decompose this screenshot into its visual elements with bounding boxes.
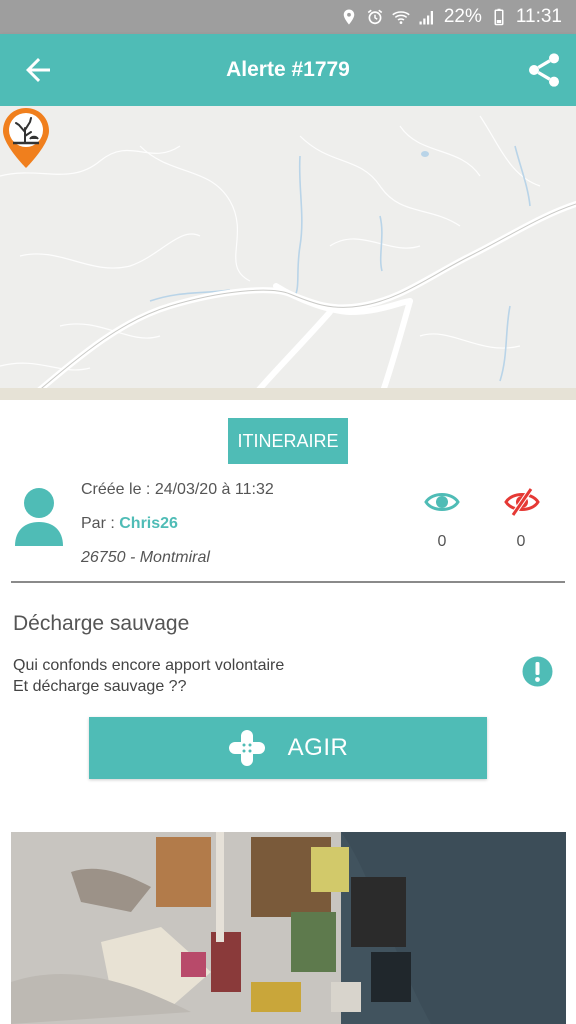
created-date: Créée le : 24/03/20 à 11:32 [81,481,274,498]
eye-off-icon[interactable] [503,486,541,518]
act-button[interactable]: AGIR [89,717,487,779]
eye-icon[interactable] [424,488,460,516]
signal-icon [419,11,433,25]
description-line: Et décharge sauvage ?? [13,678,187,695]
page-title: Alerte #1779 [226,58,350,81]
exclamation-icon[interactable] [522,656,553,687]
description-line: Qui confonds encore apport volontaire [13,657,285,674]
alert-category: Décharge sauvage [13,612,190,635]
seen-count: 0 [437,533,447,550]
alarm-icon [367,9,383,25]
alert-description: Qui confonds encore apport volontaire Et… [13,655,284,697]
app-bar: Alerte #1779 [0,34,576,106]
author-label: Par : [81,515,120,532]
user-avatar-icon [15,488,63,546]
location-icon [343,9,355,25]
battery-icon [494,8,504,26]
share-icon[interactable] [524,50,564,90]
bandage-cross-icon [228,730,265,766]
author-name[interactable]: Chris26 [119,515,178,532]
act-button-label: AGIR [287,734,349,761]
unseen-count: 0 [516,533,526,550]
battery-percent: 22% [443,6,482,27]
clock: 11:31 [515,6,562,27]
wifi-icon [392,11,410,24]
dead-tree-pin-icon[interactable] [0,106,52,170]
author-line: Par : Chris26 [81,515,178,533]
status-bar: 22% 11:31 [0,0,576,34]
divider [11,581,565,583]
alert-photo[interactable] [11,832,566,1024]
location-text: 26750 - Montmiral [81,549,210,566]
map-view[interactable] [0,106,576,400]
itinerary-button[interactable]: ITINERAIRE [228,418,348,464]
